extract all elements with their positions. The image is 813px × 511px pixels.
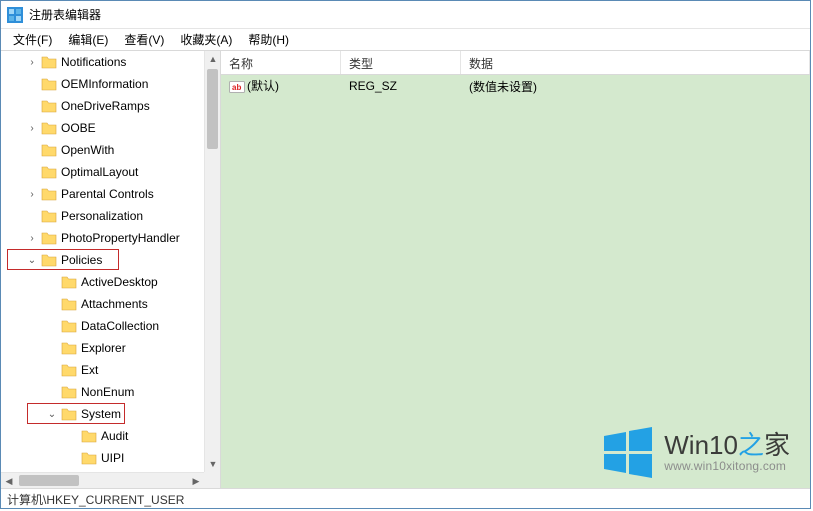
folder-icon (61, 319, 77, 333)
tree-node-label: PhotoPropertyHandler (61, 231, 186, 245)
collapse-toggle[interactable]: ⌄ (45, 409, 59, 420)
menubar: 文件(F) 编辑(E) 查看(V) 收藏夹(A) 帮助(H) (1, 29, 810, 51)
tree-node[interactable]: ›Ext (1, 359, 204, 381)
folder-icon (41, 77, 57, 91)
scroll-down-icon[interactable]: ▼ (205, 456, 221, 472)
tree-node[interactable]: ›UIPI (1, 447, 204, 469)
tree-node[interactable]: ›OEMInformation (1, 73, 204, 95)
tree-node[interactable]: ›Attachments (1, 293, 204, 315)
tree-node[interactable]: ›Personalization (1, 205, 204, 227)
folder-icon (41, 121, 57, 135)
tree-node-label: Notifications (61, 55, 132, 69)
tree-node[interactable]: ›Audit (1, 425, 204, 447)
menu-edit[interactable]: 编辑(E) (60, 29, 116, 50)
tree-node-label: Ext (81, 363, 104, 377)
body: ›Notifications›OEMInformation›OneDriveRa… (1, 51, 810, 488)
collapse-toggle[interactable]: ⌄ (25, 255, 39, 266)
value-data: (数值未设置) (461, 78, 810, 95)
tree: ›Notifications›OEMInformation›OneDriveRa… (1, 51, 204, 469)
folder-icon (61, 341, 77, 355)
folder-icon (61, 385, 77, 399)
tree-node-label: ActiveDesktop (81, 275, 164, 289)
tree-node[interactable]: ⌄ Policies (1, 249, 204, 271)
expand-toggle[interactable]: › (25, 233, 39, 244)
list-header: 名称 类型 数据 (221, 51, 810, 75)
tree-node[interactable]: › PhotoPropertyHandler (1, 227, 204, 249)
value-name: (默认) (247, 79, 279, 93)
string-value-icon: ab (229, 79, 245, 95)
tree-node-label: OOBE (61, 121, 102, 135)
window-title: 注册表编辑器 (29, 6, 101, 23)
column-header-name[interactable]: 名称 (221, 51, 341, 74)
expand-toggle[interactable]: › (25, 57, 39, 68)
tree-node-label: OpenWith (61, 143, 120, 157)
tree-node[interactable]: ›DataCollection (1, 315, 204, 337)
tree-node[interactable]: ›OpenWith (1, 139, 204, 161)
tree-node-label: Audit (101, 429, 134, 443)
tree-node[interactable]: ›OptimalLayout (1, 161, 204, 183)
status-path: 计算机\HKEY_CURRENT_USER (7, 493, 184, 507)
list-item[interactable]: ab (默认) REG_SZ (数值未设置) (221, 75, 810, 97)
titlebar: 注册表编辑器 (1, 1, 810, 29)
folder-icon (41, 187, 57, 201)
statusbar: 计算机\HKEY_CURRENT_USER (1, 488, 810, 508)
scroll-right-icon[interactable]: ▶ (188, 473, 204, 488)
tree-node-label: Explorer (81, 341, 132, 355)
regedit-icon (7, 7, 23, 23)
folder-icon (41, 143, 57, 157)
menu-view[interactable]: 查看(V) (116, 29, 172, 50)
tree-node-label: UIPI (101, 451, 130, 465)
column-header-type[interactable]: 类型 (341, 51, 461, 74)
tree-scrollbar-vertical[interactable]: ▲ ▼ (204, 51, 220, 472)
tree-node[interactable]: › Notifications (1, 51, 204, 73)
tree-node-label: NonEnum (81, 385, 140, 399)
scroll-left-icon[interactable]: ◀ (1, 473, 17, 488)
tree-node-label: Parental Controls (61, 187, 160, 201)
tree-pane: ›Notifications›OEMInformation›OneDriveRa… (1, 51, 221, 488)
tree-node-label: DataCollection (81, 319, 165, 333)
folder-icon (81, 429, 97, 443)
folder-icon (41, 231, 57, 245)
list-body[interactable]: ab (默认) REG_SZ (数值未设置) (221, 75, 810, 488)
menu-favorites[interactable]: 收藏夹(A) (172, 29, 240, 50)
tree-scroll[interactable]: ›Notifications›OEMInformation›OneDriveRa… (1, 51, 204, 472)
folder-icon (61, 275, 77, 289)
folder-icon (41, 209, 57, 223)
folder-icon (41, 253, 57, 267)
tree-node-label: Attachments (81, 297, 154, 311)
tree-node[interactable]: ⌄ System (1, 403, 204, 425)
tree-node[interactable]: ›NonEnum (1, 381, 204, 403)
tree-node[interactable]: ›ActiveDesktop (1, 271, 204, 293)
folder-icon (61, 407, 77, 421)
expand-toggle[interactable]: › (25, 123, 39, 134)
tree-node-label: OneDriveRamps (61, 99, 156, 113)
tree-scrollbar-horizontal[interactable]: ◀ ▶ (1, 472, 204, 488)
folder-icon (61, 363, 77, 377)
folder-icon (81, 451, 97, 465)
tree-node-label: System (81, 407, 127, 421)
tree-node-label: OEMInformation (61, 77, 154, 91)
scrollbar-corner (204, 472, 220, 488)
tree-node-label: OptimalLayout (61, 165, 144, 179)
tree-node[interactable]: ›OneDriveRamps (1, 95, 204, 117)
value-name-cell: ab (默认) (221, 77, 341, 95)
value-type: REG_SZ (341, 79, 461, 93)
menu-help[interactable]: 帮助(H) (240, 29, 297, 50)
folder-icon (61, 297, 77, 311)
menu-file[interactable]: 文件(F) (5, 29, 60, 50)
tree-node-label: Policies (61, 253, 108, 267)
folder-icon (41, 55, 57, 69)
folder-icon (41, 165, 57, 179)
scroll-up-icon[interactable]: ▲ (205, 51, 221, 67)
tree-node[interactable]: ›Explorer (1, 337, 204, 359)
expand-toggle[interactable]: › (25, 189, 39, 200)
list-pane: 名称 类型 数据 ab (默认) REG_SZ (数值未设置) (221, 51, 810, 488)
column-header-data[interactable]: 数据 (461, 51, 810, 74)
folder-icon (41, 99, 57, 113)
app-window: 注册表编辑器 文件(F) 编辑(E) 查看(V) 收藏夹(A) 帮助(H) ›N… (0, 0, 811, 509)
tree-node[interactable]: › Parental Controls (1, 183, 204, 205)
tree-node-label: Personalization (61, 209, 149, 223)
svg-text:ab: ab (232, 83, 241, 92)
tree-node[interactable]: › OOBE (1, 117, 204, 139)
